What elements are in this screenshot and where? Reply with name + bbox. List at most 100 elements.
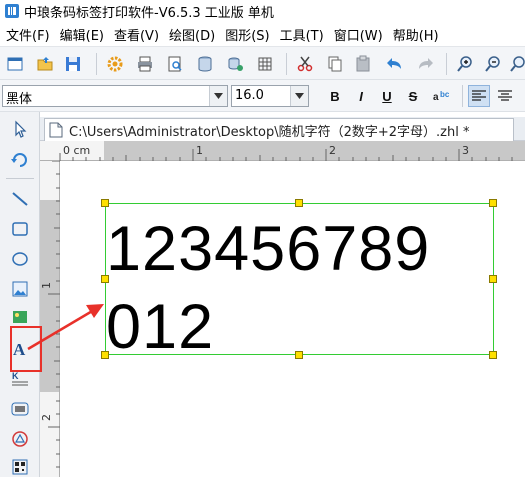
database-icon bbox=[198, 56, 212, 72]
menu-edit[interactable]: 编辑(E) bbox=[56, 25, 110, 44]
picture-icon bbox=[13, 311, 27, 323]
shape-tool[interactable] bbox=[9, 428, 31, 450]
rich-text-icon: K bbox=[12, 371, 28, 386]
italic-button[interactable]: I bbox=[350, 85, 372, 107]
document-tab-bar: C:\Users\Administrator\Desktop\随机字符（2数字+… bbox=[40, 117, 525, 141]
paste-button[interactable] bbox=[352, 53, 374, 75]
svg-text:K: K bbox=[12, 371, 19, 381]
font-family-select[interactable]: 黑体 bbox=[2, 85, 228, 107]
resize-handle-top-left[interactable] bbox=[101, 199, 109, 207]
redo-button[interactable] bbox=[414, 53, 436, 75]
menu-file[interactable]: 文件(F) bbox=[2, 25, 56, 44]
print-preview-button[interactable] bbox=[164, 53, 186, 75]
font-size-select[interactable]: 16.0 bbox=[231, 85, 309, 107]
resize-handle-top-right[interactable] bbox=[489, 199, 497, 207]
settings-icon bbox=[107, 56, 123, 72]
print-icon bbox=[138, 56, 152, 72]
annotation-highlight-box bbox=[10, 326, 42, 372]
cut-button[interactable] bbox=[294, 53, 316, 75]
zoom-fit-icon bbox=[510, 56, 525, 72]
select-tool[interactable] bbox=[9, 118, 31, 140]
rotate-tool[interactable] bbox=[9, 148, 31, 170]
qrcode-icon bbox=[12, 459, 28, 475]
resize-handle-left[interactable] bbox=[101, 275, 109, 283]
print-preview-icon bbox=[168, 56, 182, 72]
zoom-out-button[interactable] bbox=[482, 53, 504, 75]
db-settings-icon bbox=[228, 57, 243, 71]
select-arrow-icon bbox=[15, 120, 27, 138]
zoom-in-button[interactable] bbox=[454, 53, 476, 75]
document-icon bbox=[49, 122, 63, 138]
drawing-tools-panel: A K bbox=[0, 112, 40, 477]
line-tool[interactable] bbox=[9, 188, 31, 210]
image-tool[interactable] bbox=[9, 278, 31, 300]
image-icon bbox=[12, 281, 28, 297]
document-tab[interactable]: C:\Users\Administrator\Desktop\随机字符（2数字+… bbox=[44, 118, 514, 141]
database-button[interactable] bbox=[194, 53, 216, 75]
font-family-value: 黑体 bbox=[6, 92, 33, 107]
save-button[interactable] bbox=[62, 53, 84, 75]
resize-handle-top[interactable] bbox=[295, 199, 303, 207]
qrcode-tool[interactable] bbox=[9, 456, 31, 477]
rotate-icon bbox=[11, 153, 27, 167]
rectangle-tool[interactable] bbox=[9, 218, 31, 240]
align-center-icon bbox=[498, 90, 512, 101]
text-effect-button[interactable]: a bc bbox=[430, 85, 452, 107]
menu-shape[interactable]: 图形(S) bbox=[221, 25, 275, 44]
menu-draw[interactable]: 绘图(D) bbox=[165, 25, 221, 44]
resize-handle-bottom-right[interactable] bbox=[489, 351, 497, 359]
font-size-value: 16.0 bbox=[235, 88, 264, 103]
undo-icon bbox=[387, 58, 401, 69]
undo-button[interactable] bbox=[384, 53, 406, 75]
ruler-ticks bbox=[59, 149, 513, 161]
grid-button[interactable] bbox=[254, 53, 276, 75]
svg-text:a: a bbox=[433, 92, 439, 103]
zoom-fit-button[interactable] bbox=[506, 53, 525, 75]
window-title: 中琅条码标签打印软件-V6.5.3 工业版 单机 bbox=[24, 5, 274, 21]
document-path: C:\Users\Administrator\Desktop\随机字符（2数字+… bbox=[69, 124, 470, 140]
ruler-ticks-vertical bbox=[48, 161, 60, 468]
menu-tools[interactable]: 工具(T) bbox=[276, 25, 330, 44]
open-button[interactable] bbox=[34, 53, 56, 75]
selected-text-object[interactable]: 123456789 012 bbox=[105, 203, 494, 359]
menu-help[interactable]: 帮助(H) bbox=[389, 25, 445, 44]
settings-button[interactable] bbox=[104, 53, 126, 75]
svg-text:bc: bc bbox=[440, 90, 450, 99]
format-toolbar: 黑体 16.0 B I U S a bc bbox=[0, 80, 525, 112]
text-effect-icon: a bc bbox=[433, 90, 450, 103]
main-toolbar bbox=[0, 46, 525, 80]
text-line-2: 012 bbox=[106, 292, 215, 362]
zoom-out-icon bbox=[485, 56, 500, 72]
bold-button[interactable]: B bbox=[324, 85, 346, 107]
resize-handle-bottom[interactable] bbox=[295, 351, 303, 359]
shape-icon bbox=[12, 431, 28, 447]
ellipse-tool[interactable] bbox=[9, 248, 31, 270]
app-logo-icon bbox=[5, 4, 19, 18]
open-icon bbox=[37, 57, 53, 71]
copy-button[interactable] bbox=[324, 53, 346, 75]
chevron-down-icon[interactable] bbox=[209, 86, 227, 106]
print-button[interactable] bbox=[134, 53, 156, 75]
strikethrough-button[interactable]: S bbox=[402, 85, 424, 107]
resize-handle-right[interactable] bbox=[489, 275, 497, 283]
resize-handle-bottom-left[interactable] bbox=[101, 351, 109, 359]
align-left-icon bbox=[472, 90, 486, 101]
picture-tool[interactable] bbox=[9, 306, 31, 328]
chevron-down-icon[interactable] bbox=[290, 86, 308, 106]
align-left-button[interactable] bbox=[468, 85, 490, 107]
menu-window[interactable]: 窗口(W) bbox=[330, 25, 389, 44]
menu-view[interactable]: 查看(V) bbox=[110, 25, 165, 44]
underline-button[interactable]: U bbox=[376, 85, 398, 107]
barcode-tool[interactable] bbox=[9, 398, 31, 420]
vertical-ruler: 1 2 bbox=[40, 161, 60, 477]
db-settings-button[interactable] bbox=[224, 53, 246, 75]
menu-bar: 文件(F) 编辑(E) 查看(V) 绘图(D) 图形(S) 工具(T) 窗口(W… bbox=[0, 22, 525, 46]
label-canvas[interactable]: 123456789 012 bbox=[61, 162, 525, 477]
redo-icon bbox=[419, 58, 433, 69]
align-center-button[interactable] bbox=[494, 85, 516, 107]
new-button[interactable] bbox=[4, 53, 26, 75]
title-bar: 中琅条码标签打印软件-V6.5.3 工业版 单机 bbox=[0, 0, 525, 22]
save-icon bbox=[66, 57, 80, 71]
line-icon bbox=[12, 192, 28, 206]
paste-icon bbox=[356, 55, 370, 72]
